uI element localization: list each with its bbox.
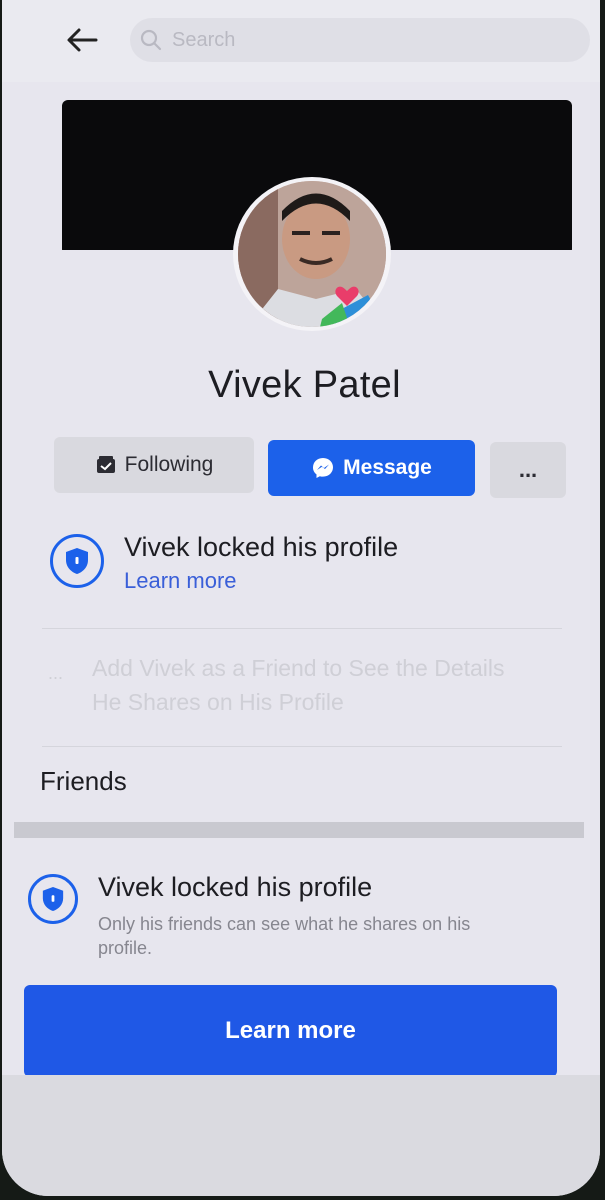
messenger-icon: [313, 458, 334, 478]
more-label: ...: [518, 457, 538, 482]
friends-lock-description: Only his friends can see what he shares …: [98, 914, 471, 958]
section-separator: [14, 822, 584, 838]
search-input[interactable]: Search: [130, 18, 590, 62]
locked-profile-notice: Vivek locked his profile Learn more: [46, 530, 586, 610]
phone-screen: Search Vivek Patel Following Message ...…: [2, 0, 600, 1196]
shield-lock-icon: [28, 874, 78, 924]
divider: [42, 746, 562, 747]
search-placeholder: Search: [172, 28, 236, 51]
heart-icon: [335, 286, 359, 306]
learn-more-button-label: Learn more: [225, 1017, 356, 1044]
profile-picture-frame[interactable]: [233, 177, 391, 331]
search-icon: [140, 29, 162, 51]
learn-more-button[interactable]: Learn more: [24, 985, 557, 1077]
friends-section-title: Friends: [40, 766, 127, 796]
message-label: Message: [343, 456, 432, 479]
more-options-button[interactable]: ...: [490, 442, 566, 498]
back-arrow-icon: [67, 28, 98, 52]
profile-name: Vivek Patel: [208, 364, 401, 406]
bottom-area: [2, 1075, 600, 1196]
friends-lock-title: Vivek locked his profile: [98, 872, 373, 902]
following-check-icon: [96, 456, 115, 473]
message-button[interactable]: Message: [268, 440, 475, 496]
dots-icon: ...: [48, 663, 64, 683]
lock-notice-title: Vivek locked his profile: [124, 532, 399, 562]
friends-locked-notice: Vivek locked his profile Only his friend…: [28, 868, 588, 978]
avatar: [238, 181, 386, 327]
locked-details-text: Add Vivek as a Friend to See the Details…: [92, 655, 505, 715]
top-bar: Search: [2, 0, 600, 82]
locked-details-placeholder: ... Add Vivek as a Friend to See the Det…: [42, 645, 562, 725]
following-label: Following: [124, 453, 214, 476]
divider: [42, 628, 562, 629]
shield-lock-icon: [50, 534, 104, 588]
back-button[interactable]: [60, 22, 104, 58]
following-button[interactable]: Following: [54, 437, 254, 493]
learn-more-link[interactable]: Learn more: [124, 568, 237, 594]
